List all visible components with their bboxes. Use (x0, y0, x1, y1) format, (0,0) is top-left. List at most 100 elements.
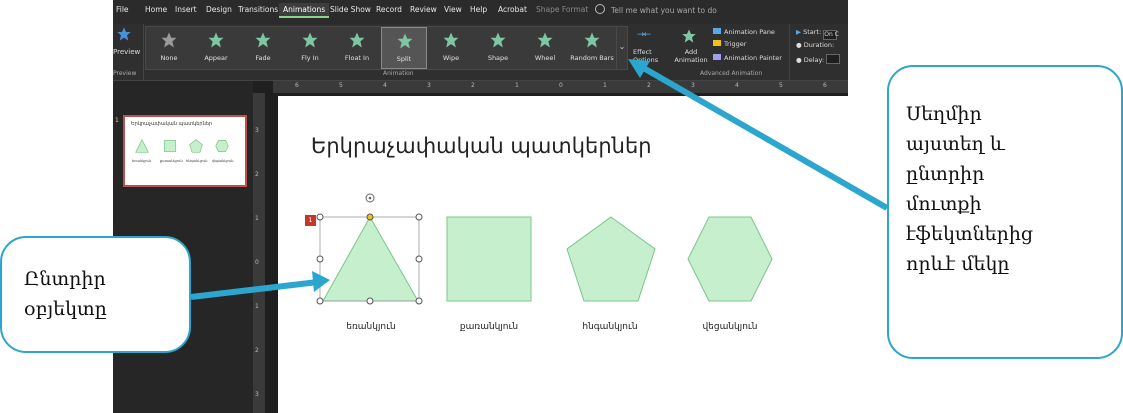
add-animation-button[interactable]: Add Animation (671, 26, 708, 76)
caption-square: քառանկյուն (459, 322, 519, 332)
animation-option-wheel[interactable]: Wheel (522, 27, 568, 69)
add-animation-label-1: Add (684, 48, 698, 56)
menu-view[interactable]: View (444, 5, 462, 14)
start-row: ▶ Start: On C (796, 28, 839, 40)
gallery-more-button[interactable]: ⌄ (616, 26, 628, 70)
add-animation-star-icon (682, 29, 696, 43)
effect-options-button[interactable]: →← Effect Options (631, 26, 661, 76)
trigger-button[interactable]: Trigger (713, 40, 746, 48)
animation-painter-label: Animation Painter (724, 54, 782, 62)
slide-canvas: Երկրաչափական պատկերներ 1 եռանկյուն քառան… (278, 96, 848, 413)
star-icon-green (537, 32, 553, 48)
caption-triangle: եռանկյուն (346, 322, 396, 332)
hexagon-shape[interactable] (687, 216, 773, 302)
adjust-handle (366, 213, 374, 221)
lightning-icon (713, 40, 721, 46)
preview-label: Preview (113, 48, 141, 56)
menu-shape-format[interactable]: Shape Format (536, 5, 588, 14)
thumbnail-caption-4: վեցանկյուն (212, 159, 234, 163)
thumbnail-caption-2: քառանկյուն (160, 159, 183, 163)
powerpoint-window: File Home Insert Design Transitions Anim… (113, 0, 848, 413)
preview-star-icon (117, 27, 131, 41)
animation-option-none[interactable]: None (146, 27, 192, 69)
slide-shapes-layer (316, 193, 773, 305)
animation-option-random-bars[interactable]: Random Bars (569, 27, 615, 69)
callout-left-line-2: օբյեկտը (24, 298, 107, 320)
resize-handle (316, 255, 324, 263)
animation-painter-button[interactable]: Animation Painter (713, 54, 782, 62)
menu-record[interactable]: Record (376, 5, 402, 14)
animation-group-label: Animation (383, 70, 414, 77)
animation-option-label: Float In (344, 54, 370, 62)
animation-option-appear[interactable]: Appear (193, 27, 239, 69)
ruler-tick: 1 (603, 82, 607, 89)
ruler-tick: 3 (427, 82, 431, 89)
animation-pane-button[interactable]: Animation Pane (713, 28, 775, 36)
animation-option-fly-in[interactable]: Fly In (287, 27, 333, 69)
effect-options-label-2: Options (633, 56, 659, 64)
trigger-label: Trigger (724, 40, 747, 48)
resize-handle (316, 213, 324, 221)
menu-animations[interactable]: Animations (279, 3, 330, 18)
animation-option-shape[interactable]: Shape (475, 27, 521, 69)
start-label: Start: (803, 28, 822, 36)
animation-option-fade[interactable]: Fade (240, 27, 286, 69)
animation-option-float-in[interactable]: Float In (334, 27, 380, 69)
vertical-ruler: 3 2 1 0 1 2 3 (253, 93, 265, 413)
resize-handle (415, 297, 423, 305)
menu-file[interactable]: File (116, 5, 129, 14)
animation-option-label: Appear (204, 54, 228, 62)
animation-option-label: Random Bars (570, 54, 614, 62)
slide-thumbnail[interactable]: Երկրաչափական պատկերներ եռանկյուն քառանկյ… (123, 115, 247, 187)
callout-right-line-1: Սեղմիր (906, 103, 982, 125)
ruler-tick: 1 (255, 215, 259, 222)
star-icon-green (490, 32, 506, 48)
thumbnail-square (164, 140, 176, 152)
pentagon-shape[interactable] (566, 216, 656, 302)
thumbnail-hexagon (215, 140, 229, 152)
menu-home[interactable]: Home (145, 5, 167, 14)
ruler-tick: 4 (735, 82, 739, 89)
menu-transitions[interactable]: Transitions (238, 5, 278, 14)
menu-insert[interactable]: Insert (175, 5, 197, 14)
ruler-tick: 4 (383, 82, 387, 89)
square-shape[interactable] (446, 216, 532, 302)
menu-review[interactable]: Review (410, 5, 437, 14)
effect-options-label-1: Effect (633, 48, 652, 56)
animation-option-label: Fade (255, 54, 271, 62)
ruler-tick: 6 (823, 82, 827, 89)
effect-arrows-icon: →← (637, 30, 651, 40)
animation-option-label: Split (396, 55, 412, 63)
thumbnail-caption-3: հնգանկյուն (186, 159, 208, 163)
add-animation-label-2: Animation (674, 56, 708, 64)
menu-slide-show[interactable]: Slide Show (330, 5, 371, 14)
start-select[interactable]: On C (823, 30, 839, 40)
preview-button[interactable]: Preview Preview (113, 24, 144, 80)
rotate-handle-icon (365, 193, 375, 203)
ruler-tick: 5 (779, 82, 783, 89)
ruler-tick: 0 (559, 82, 563, 89)
star-icon-green (397, 33, 413, 49)
callout-click-here: Սեղմիր այստեղ և ընտրիր մուտքի էֆեկտներից… (887, 65, 1123, 359)
clock-icon: ● (796, 41, 804, 49)
animation-option-label: Wheel (534, 54, 556, 62)
menu-acrobat[interactable]: Acrobat (498, 5, 527, 14)
delay-row: ● Delay: (796, 54, 841, 64)
clock-icon: ● (796, 56, 804, 64)
triangle-shape[interactable] (322, 215, 419, 302)
tell-me-box[interactable]: Tell me what you want to do (595, 4, 717, 15)
lightbulb-icon (595, 4, 605, 14)
resize-handle (415, 213, 423, 221)
resize-handle (316, 297, 324, 305)
delay-input[interactable] (826, 54, 841, 64)
animation-option-split[interactable]: Split (381, 27, 427, 69)
delay-label: Delay: (803, 56, 825, 64)
menu-design[interactable]: Design (206, 5, 232, 14)
animation-option-wipe[interactable]: Wipe (428, 27, 474, 69)
caption-hexagon: վեցանկյուն (702, 322, 758, 332)
advanced-animation-group-label: Advanced Animation (700, 70, 763, 77)
duration-label: Duration: (803, 41, 835, 49)
menu-help[interactable]: Help (470, 5, 487, 14)
tell-me-text: Tell me what you want to do (611, 6, 717, 15)
ruler-tick: 0 (255, 259, 259, 266)
